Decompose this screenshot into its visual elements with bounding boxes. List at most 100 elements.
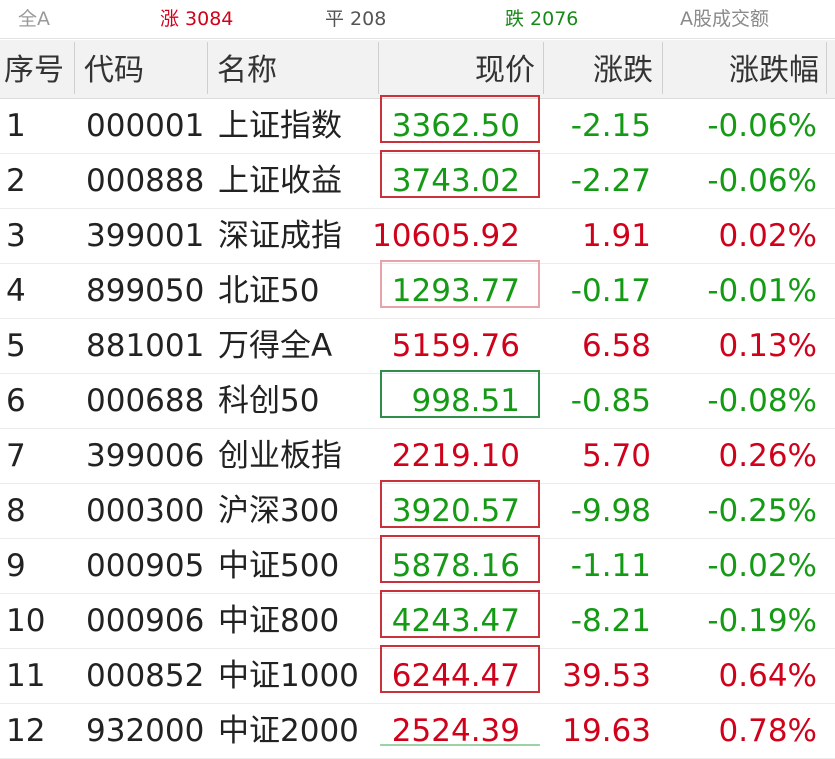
row-name: 科创50 xyxy=(218,383,320,419)
row-seq: 8 xyxy=(6,493,26,529)
row-seq: 11 xyxy=(6,658,46,694)
advancers-count: 涨 3084 xyxy=(160,8,234,30)
header-seq[interactable]: 序号 xyxy=(4,40,64,102)
table-row[interactable]: 10 000906 中证800 4243.47 -8.21 -0.19% xyxy=(0,590,835,649)
row-code: 000001 xyxy=(86,108,205,144)
table-row[interactable]: 4 899050 北证50 1293.77 -0.17 -0.01% xyxy=(0,260,835,319)
row-code: 000906 xyxy=(86,603,205,639)
row-code: 000905 xyxy=(86,548,205,584)
row-price: 1293.77 xyxy=(391,273,520,309)
row-code: 881001 xyxy=(86,328,205,364)
table-row[interactable]: 7 399006 创业板指 2219.10 5.70 0.26% xyxy=(0,429,835,484)
row-pct: 0.78% xyxy=(718,713,817,749)
header-divider[interactable] xyxy=(826,42,827,94)
row-price: 998.51 xyxy=(411,383,520,419)
all-a-tab[interactable]: 全A xyxy=(18,0,50,38)
row-price: 5878.16 xyxy=(391,548,520,584)
unchanged-count: 平 208 xyxy=(325,8,387,30)
row-change: -1.11 xyxy=(570,548,651,584)
row-pct: -0.06% xyxy=(707,108,817,144)
row-pct: -0.06% xyxy=(707,163,817,199)
row-change: -2.15 xyxy=(570,108,651,144)
row-name: 北证50 xyxy=(218,273,320,309)
table-row[interactable]: 11 000852 中证1000 6244.47 39.53 0.64% xyxy=(0,645,835,704)
header-divider[interactable] xyxy=(207,42,208,94)
row-code: 000300 xyxy=(86,493,205,529)
row-change: -9.98 xyxy=(570,493,651,529)
row-name: 创业板指 xyxy=(218,438,342,474)
row-price: 3920.57 xyxy=(391,493,520,529)
row-price: 3743.02 xyxy=(391,163,520,199)
index-quote-table: 1 000001 上证指数 3362.50 -2.15 -0.06% 2 000888 上证收益… xyxy=(0,95,835,759)
row-code: 932000 xyxy=(86,713,205,749)
row-pct: -0.08% xyxy=(707,383,817,419)
row-pct: -0.19% xyxy=(707,603,817,639)
row-name: 上证指数 xyxy=(218,108,342,144)
table-row[interactable]: 6 000688 科创50 998.51 -0.85 -0.08% xyxy=(0,370,835,429)
table-row[interactable]: 1 000001 上证指数 3362.50 -2.15 -0.06% xyxy=(0,95,835,154)
row-seq: 6 xyxy=(6,383,26,419)
row-price: 10605.92 xyxy=(372,218,520,254)
row-price: 6244.47 xyxy=(391,658,520,694)
row-name: 沪深300 xyxy=(218,493,340,529)
header-divider[interactable] xyxy=(662,42,663,94)
row-code: 000688 xyxy=(86,383,205,419)
row-seq: 3 xyxy=(6,218,26,254)
row-pct: 0.13% xyxy=(718,328,817,364)
row-change: 39.53 xyxy=(562,658,651,694)
table-row[interactable]: 9 000905 中证500 5878.16 -1.11 -0.02% xyxy=(0,535,835,594)
header-price[interactable]: 现价 xyxy=(475,40,535,102)
decliners-count: 跌 2076 xyxy=(505,8,579,30)
table-row[interactable]: 8 000300 沪深300 3920.57 -9.98 -0.25% xyxy=(0,480,835,539)
row-code: 399006 xyxy=(86,438,205,474)
row-name: 中证1000 xyxy=(218,658,359,694)
row-name: 万得全A xyxy=(218,328,333,364)
header-divider[interactable] xyxy=(378,42,379,94)
header-divider[interactable] xyxy=(74,42,75,94)
market-summary-bar: 全A 涨 3084 平 208 跌 2076 A股成交额 xyxy=(0,0,835,39)
row-seq: 12 xyxy=(6,713,46,749)
table-row[interactable]: 2 000888 上证收益 3743.02 -2.27 -0.06% xyxy=(0,150,835,209)
row-seq: 4 xyxy=(6,273,26,309)
row-change: -2.27 xyxy=(570,163,651,199)
row-seq: 10 xyxy=(6,603,46,639)
row-seq: 9 xyxy=(6,548,26,584)
row-name: 中证800 xyxy=(218,603,340,639)
row-price: 2219.10 xyxy=(391,438,520,474)
row-change: 1.91 xyxy=(581,218,651,254)
header-divider[interactable] xyxy=(543,42,544,94)
row-pct: -0.01% xyxy=(707,273,817,309)
row-pct: 0.64% xyxy=(718,658,817,694)
table-row[interactable]: 5 881001 万得全A 5159.76 6.58 0.13% xyxy=(0,319,835,374)
row-code: 000852 xyxy=(86,658,205,694)
table-row[interactable]: 3 399001 深证成指 10605.92 1.91 0.02% xyxy=(0,209,835,264)
row-price: 5159.76 xyxy=(391,328,520,364)
row-change: 6.58 xyxy=(581,328,651,364)
row-price: 4243.47 xyxy=(391,603,520,639)
row-change: -0.17 xyxy=(570,273,651,309)
row-pct: -0.25% xyxy=(707,493,817,529)
row-code: 399001 xyxy=(86,218,205,254)
row-pct: 0.02% xyxy=(718,218,817,254)
row-name: 深证成指 xyxy=(218,218,342,254)
row-price: 3362.50 xyxy=(391,108,520,144)
table-header: 序号 代码 名称 现价 涨跌 涨跌幅 xyxy=(0,40,835,99)
row-name: 上证收益 xyxy=(218,163,342,199)
turnover-label: A股成交额 xyxy=(680,8,769,30)
row-name: 中证500 xyxy=(218,548,340,584)
row-change: -8.21 xyxy=(570,603,651,639)
row-change: -0.85 xyxy=(570,383,651,419)
row-name: 中证2000 xyxy=(218,713,359,749)
row-change: 19.63 xyxy=(562,713,651,749)
row-pct: 0.26% xyxy=(718,438,817,474)
header-pct[interactable]: 涨跌幅 xyxy=(729,40,819,102)
row-code: 000888 xyxy=(86,163,205,199)
row-seq: 2 xyxy=(6,163,26,199)
table-row[interactable]: 12 932000 中证2000 2524.39 19.63 0.78% xyxy=(0,704,835,759)
row-seq: 7 xyxy=(6,438,26,474)
header-name[interactable]: 名称 xyxy=(217,40,277,102)
row-seq: 1 xyxy=(6,108,26,144)
header-code[interactable]: 代码 xyxy=(84,40,144,102)
header-change[interactable]: 涨跌 xyxy=(593,40,653,102)
row-change: 5.70 xyxy=(581,438,651,474)
